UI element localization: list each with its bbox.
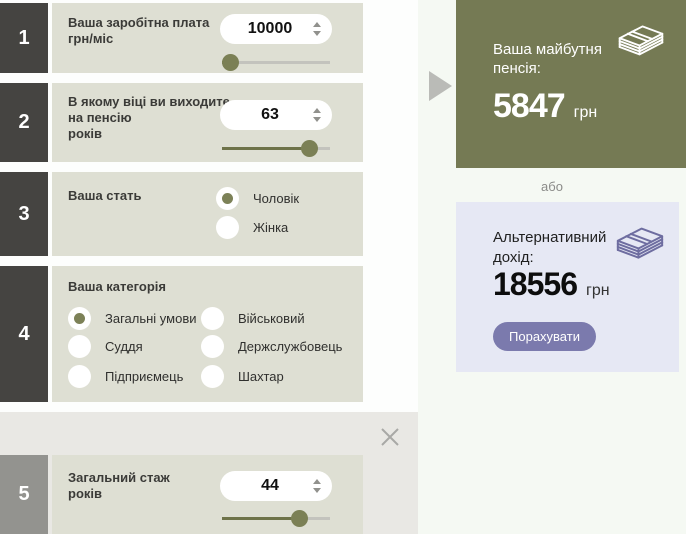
section-salary: 1 Ваша заробітна плата грн/міс <box>0 3 363 73</box>
alternative-income-card: Альтернативний дохід: 18556 грн Порахува… <box>456 202 679 372</box>
experience-spinner[interactable] <box>220 471 332 501</box>
pension-currency: грн <box>573 104 598 121</box>
radio-circle[interactable] <box>216 187 239 210</box>
step-number-4: 4 <box>0 266 48 402</box>
chevron-up-icon[interactable] <box>313 22 321 27</box>
spinner-arrows[interactable] <box>312 478 321 494</box>
spinner-arrows[interactable] <box>312 107 321 123</box>
step-number-2: 2 <box>0 83 48 162</box>
age-label: В якому віці ви виходите на пенсію років <box>68 94 230 141</box>
radio-civil-servant[interactable]: Держслужбовець <box>201 335 342 358</box>
pension-result-card: Ваша майбутня пенсія: 5847 грн <box>456 0 686 168</box>
banknotes-icon <box>614 224 666 266</box>
experience-overlay: 5 Загальний стаж років <box>0 412 418 534</box>
radio-male[interactable]: Чоловік <box>216 187 299 210</box>
chevron-down-icon[interactable] <box>313 117 321 122</box>
salary-spinner[interactable] <box>220 14 332 44</box>
radio-circle[interactable] <box>201 365 224 388</box>
pension-value: 5847 грн <box>493 87 597 126</box>
experience-slider[interactable] <box>222 510 330 527</box>
close-icon[interactable] <box>377 424 403 450</box>
age-spinner[interactable] <box>220 100 332 130</box>
experience-input[interactable] <box>230 471 310 501</box>
salary-label: Ваша заробітна плата грн/міс <box>68 15 210 46</box>
radio-circle[interactable] <box>68 335 91 358</box>
section-gender: 3 Ваша стать Чоловік Жінка <box>0 172 363 256</box>
section-salary-panel: Ваша заробітна плата грн/міс <box>52 3 363 73</box>
slider-thumb[interactable] <box>301 140 319 157</box>
slider-thumb[interactable] <box>221 54 239 71</box>
radio-female[interactable]: Жінка <box>216 216 288 239</box>
radio-female-label[interactable]: Жінка <box>253 220 288 235</box>
category-label: Ваша категорія <box>68 279 166 294</box>
step-number-3: 3 <box>0 172 48 256</box>
radio-general[interactable]: Загальні умови <box>68 307 197 330</box>
radio-military[interactable]: Військовий <box>201 307 305 330</box>
calculate-button[interactable]: Порахувати <box>493 322 596 351</box>
chevron-down-icon[interactable] <box>313 31 321 36</box>
step-number-5: 5 <box>0 455 48 534</box>
section-experience: 5 Загальний стаж років <box>0 455 363 534</box>
alternative-income-value: 18556 грн <box>493 266 610 303</box>
slider-thumb[interactable] <box>290 510 308 527</box>
spinner-arrows[interactable] <box>312 21 321 37</box>
chevron-down-icon[interactable] <box>313 488 321 493</box>
radio-circle[interactable] <box>201 335 224 358</box>
pension-title: Ваша майбутня пенсія: <box>493 41 602 77</box>
section-experience-panel: Загальний стаж років <box>52 455 363 534</box>
radio-judge[interactable]: Суддя <box>68 335 143 358</box>
radio-circle[interactable] <box>68 307 91 330</box>
age-slider[interactable] <box>222 140 330 157</box>
radio-circle[interactable] <box>201 307 224 330</box>
section-retirement-age: 2 В якому віці ви виходите на пенсію рок… <box>0 83 363 162</box>
radio-male-label[interactable]: Чоловік <box>253 191 299 206</box>
section-category: 4 Ваша категорія Загальні умови Військов… <box>0 266 363 402</box>
arrow-right-icon <box>429 71 452 101</box>
pension-amount: 5847 <box>493 87 566 125</box>
step-number-1: 1 <box>0 3 48 73</box>
slider-fill <box>222 147 310 150</box>
salary-input[interactable] <box>230 14 310 44</box>
section-age-panel: В якому віці ви виходите на пенсію років <box>52 83 363 162</box>
radio-miner[interactable]: Шахтар <box>201 365 284 388</box>
gender-label: Ваша стать <box>68 188 142 203</box>
or-separator: або <box>541 179 563 194</box>
salary-slider[interactable] <box>221 54 330 71</box>
slider-fill <box>222 517 299 520</box>
radio-entrepreneur[interactable]: Підприємець <box>68 365 183 388</box>
age-input[interactable] <box>230 100 310 130</box>
section-gender-panel: Ваша стать Чоловік Жінка <box>52 172 363 256</box>
alternative-currency: грн <box>585 282 610 299</box>
alternative-income-title: Альтернативний дохід: <box>493 229 607 266</box>
alternative-amount: 18556 <box>493 266 578 302</box>
radio-circle[interactable] <box>68 365 91 388</box>
section-category-panel: Ваша категорія Загальні умови Військовий… <box>52 266 363 402</box>
experience-label: Загальний стаж років <box>68 470 170 501</box>
chevron-up-icon[interactable] <box>313 108 321 113</box>
chevron-up-icon[interactable] <box>313 479 321 484</box>
radio-circle[interactable] <box>216 216 239 239</box>
banknotes-icon <box>616 22 666 62</box>
